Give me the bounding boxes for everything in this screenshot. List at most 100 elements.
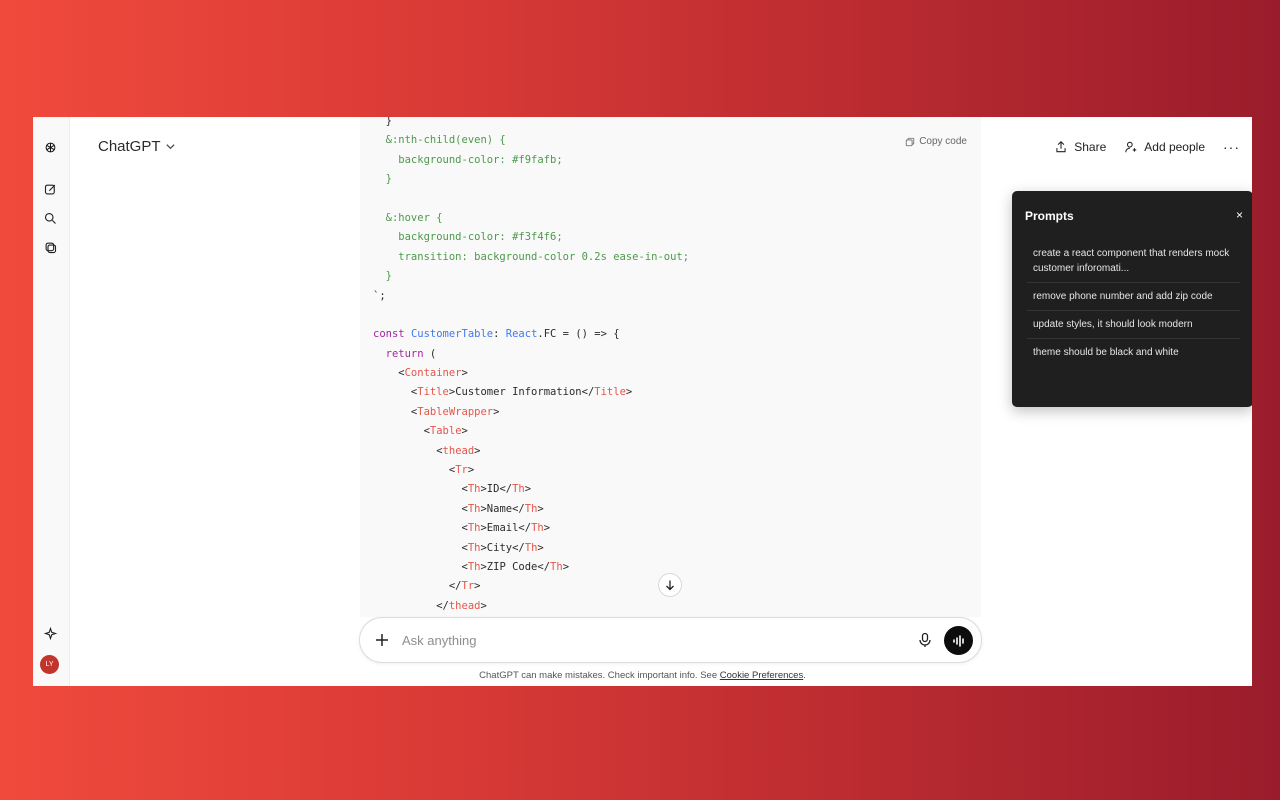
code-token: > xyxy=(543,522,551,535)
code-token: > xyxy=(461,367,468,380)
code-token: > xyxy=(467,464,475,477)
code-token: >ID</ xyxy=(480,483,513,496)
code-token: Th xyxy=(524,541,538,554)
cookie-preferences-link[interactable]: Cookie Preferences xyxy=(720,670,803,681)
chat-window: LY ChatGPT Share Add people ··· } &:nth-… xyxy=(33,117,1252,686)
prompt-item[interactable]: remove phone number and add zip code xyxy=(1027,283,1240,311)
code-token: > xyxy=(625,386,633,399)
share-icon xyxy=(1056,141,1066,153)
code-token: } xyxy=(373,117,392,127)
code-block: } &:nth-child(even) { background-color: … xyxy=(360,117,981,617)
code-token: > xyxy=(524,483,532,496)
code-token: background-color: #f9fafb; xyxy=(373,153,563,166)
code-token: ( xyxy=(423,347,437,360)
code-line: <Container> xyxy=(373,364,689,383)
voice-mode-button[interactable] xyxy=(944,626,973,655)
copy-code-label: Copy code xyxy=(919,136,967,147)
code-token: </ xyxy=(373,599,449,612)
sparkle-icon[interactable] xyxy=(39,622,61,644)
microphone-icon[interactable] xyxy=(917,632,933,648)
code-token: > xyxy=(493,405,500,418)
code-token: Title xyxy=(594,386,626,399)
plus-icon[interactable] xyxy=(374,632,390,648)
code-line: const CustomerTable: React.FC = () => { xyxy=(373,325,689,344)
code-line: background-color: #f9fafb; xyxy=(373,151,689,170)
code-token: < xyxy=(373,541,468,554)
code-token: >ZIP Code</ xyxy=(480,560,551,573)
copy-code-button[interactable]: Copy code xyxy=(905,136,967,147)
scroll-to-bottom-button[interactable] xyxy=(658,573,682,597)
code-line: <Th>ID</Th> xyxy=(373,480,689,499)
prompts-title: Prompts xyxy=(1025,209,1074,223)
prompt-input[interactable] xyxy=(402,630,902,650)
arrow-down-icon xyxy=(666,580,674,591)
code-token: < xyxy=(373,386,418,399)
code-content: } &:nth-child(even) { background-color: … xyxy=(373,117,689,616)
code-token: Th xyxy=(467,502,481,515)
disclaimer: ChatGPT can make mistakes. Check importa… xyxy=(33,670,1252,681)
close-icon[interactable]: × xyxy=(1236,208,1243,222)
code-line: <Th>City</Th> xyxy=(373,539,689,558)
model-label: ChatGPT xyxy=(98,138,161,155)
code-token: < xyxy=(373,367,405,380)
prompt-item[interactable]: create a react component that renders mo… xyxy=(1027,240,1240,283)
code-token: thead xyxy=(442,444,475,457)
code-line: return ( xyxy=(373,345,689,364)
code-line: <Title>Customer Information</Title> xyxy=(373,383,689,402)
code-token: > xyxy=(562,560,570,573)
code-token: Th xyxy=(467,560,481,573)
code-token: Container xyxy=(404,367,462,380)
code-token: < xyxy=(373,464,456,477)
code-token: } xyxy=(373,173,392,186)
add-people-button[interactable]: Add people xyxy=(1124,140,1205,154)
prompt-item-text: theme should be black and white xyxy=(1033,347,1179,358)
disclaimer-text: ChatGPT can make mistakes. Check importa… xyxy=(479,670,720,681)
code-line: transition: background-color 0.2s ease-i… xyxy=(373,248,689,267)
code-token: Th xyxy=(531,522,544,535)
model-selector[interactable]: ChatGPT xyxy=(98,138,176,155)
code-token: > xyxy=(537,502,544,515)
code-token: background-color: #f3f4f6; xyxy=(373,231,563,244)
disclaimer-end: . xyxy=(803,670,806,681)
code-token: : xyxy=(493,328,506,341)
code-line: <Th>ZIP Code</Th> xyxy=(373,558,689,577)
code-token: Th xyxy=(467,541,481,554)
code-token: > xyxy=(537,541,544,554)
code-token: < xyxy=(373,502,468,515)
openai-logo-icon[interactable] xyxy=(39,136,61,158)
code-token: TableWrapper xyxy=(417,405,494,418)
share-button[interactable]: Share xyxy=(1054,140,1106,154)
composer xyxy=(359,617,982,663)
code-token: >Customer Information</ xyxy=(448,386,595,399)
sidebar-rail: LY xyxy=(33,117,70,686)
code-token: CustomerTable xyxy=(410,328,494,341)
code-line: `; xyxy=(373,287,689,306)
code-line: } xyxy=(373,117,689,131)
search-icon[interactable] xyxy=(39,207,61,229)
code-token: < xyxy=(373,483,468,496)
code-line: &:nth-child(even) { xyxy=(373,131,689,150)
code-token: Th xyxy=(524,502,538,515)
more-options-icon[interactable]: ··· xyxy=(1223,139,1240,155)
header-actions: Share Add people ··· xyxy=(1054,139,1240,155)
code-token: >Name</ xyxy=(480,502,525,515)
code-token: const xyxy=(373,328,411,341)
code-line: } xyxy=(373,267,689,286)
code-token: .FC = () => { xyxy=(537,328,620,341)
new-chat-icon[interactable] xyxy=(39,178,61,200)
code-line: <thead> xyxy=(373,442,689,461)
library-icon[interactable] xyxy=(39,236,61,258)
code-token: React xyxy=(505,328,538,341)
code-token: return xyxy=(373,347,424,360)
code-line: <Table> xyxy=(373,422,689,441)
code-token: < xyxy=(373,444,443,457)
code-token: Tr xyxy=(461,580,475,593)
prompt-item[interactable]: theme should be black and white xyxy=(1027,339,1240,366)
copy-icon xyxy=(906,137,915,146)
waveform-icon xyxy=(952,634,964,647)
code-token: transition: background-color 0.2s ease-i… xyxy=(373,250,690,263)
code-token: Th xyxy=(550,560,563,573)
prompt-item[interactable]: update styles, it should look modern xyxy=(1027,311,1240,339)
